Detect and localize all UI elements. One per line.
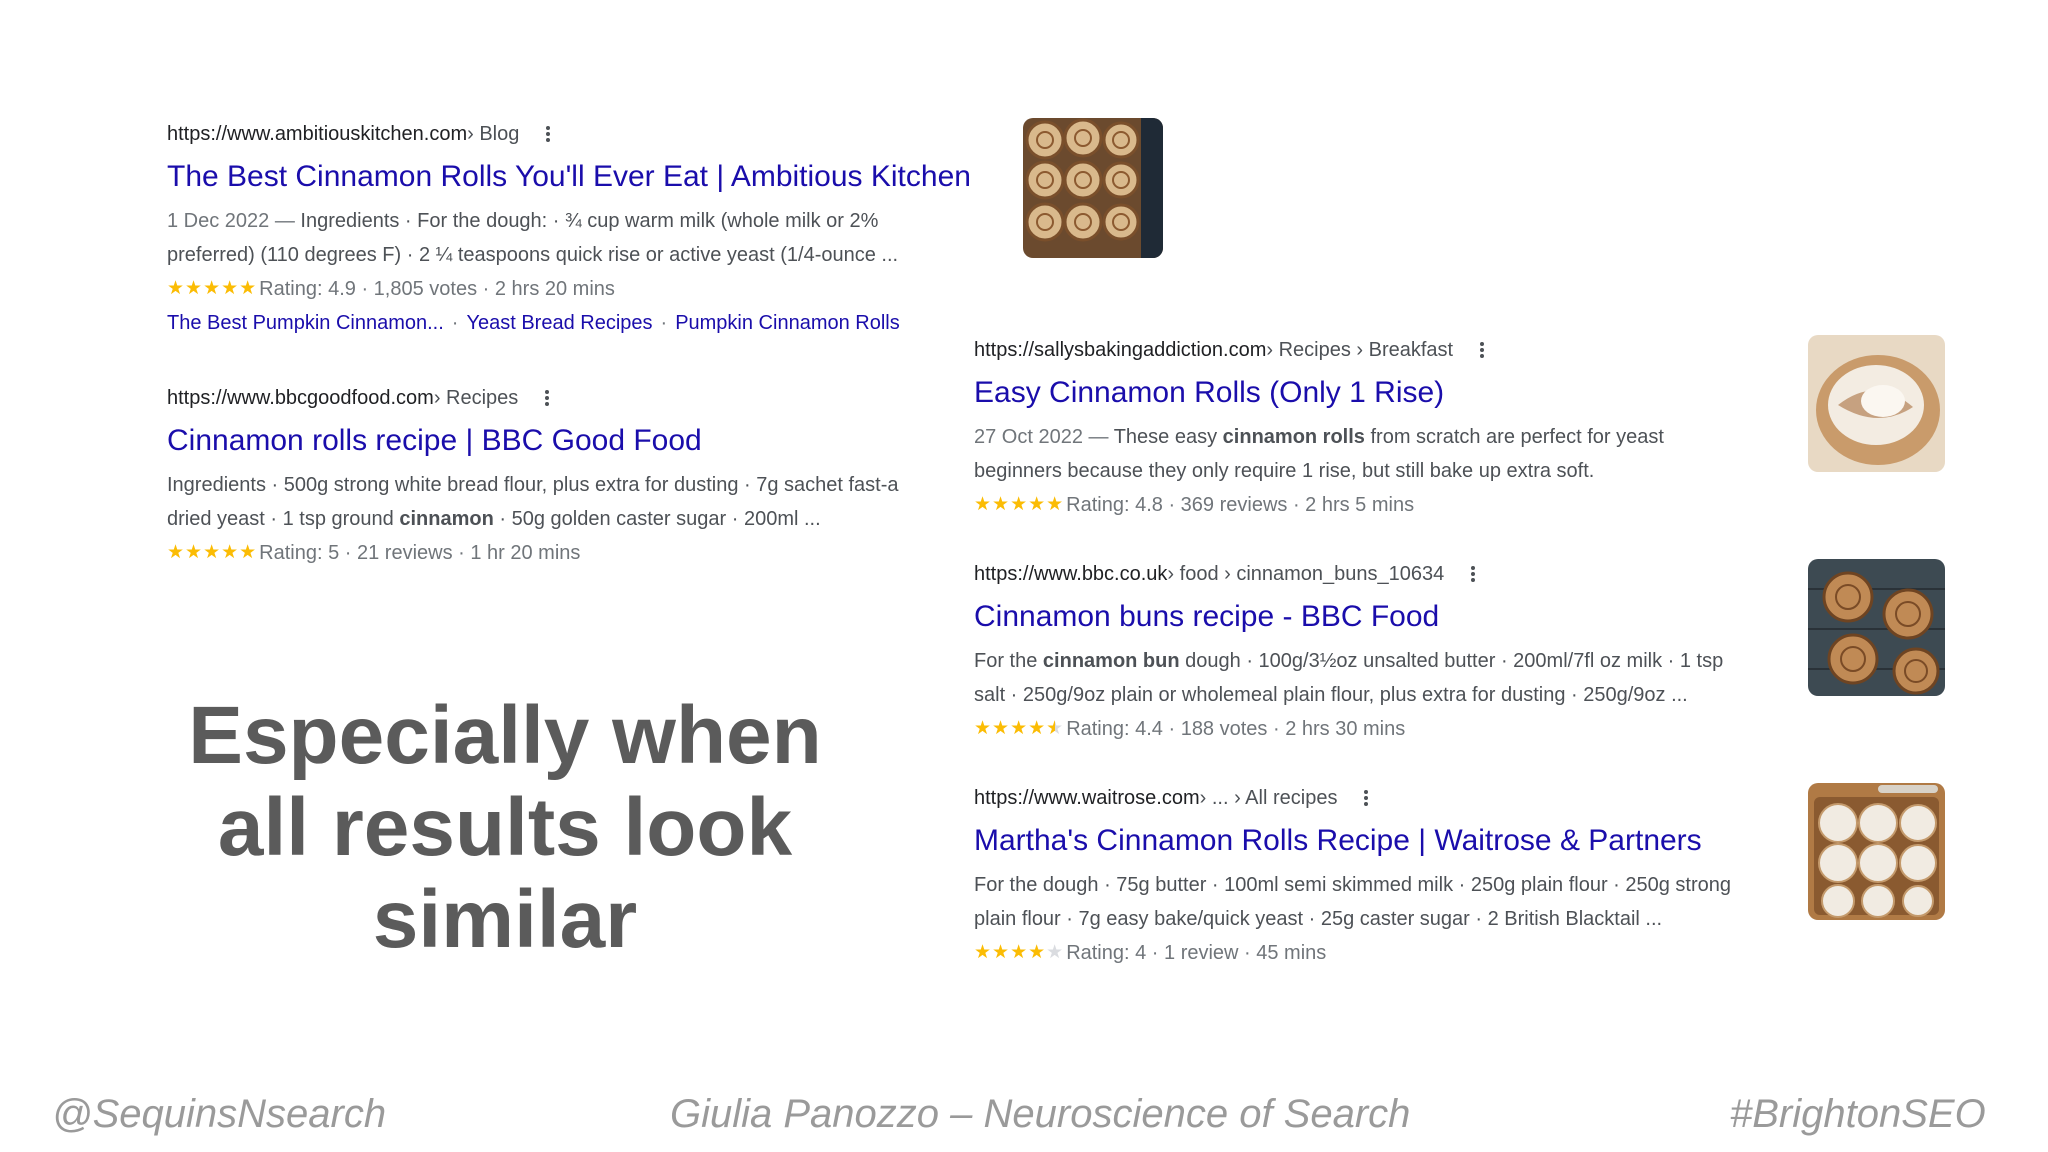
rating-stars-icon: ★★★★★ — [974, 718, 1065, 739]
result-breadcrumb: › Blog — [467, 123, 520, 145]
result-breadcrumb: › ... › All recipes — [1199, 787, 1338, 809]
snippet-line: Ingredients · 500g strong white bread fl… — [167, 474, 899, 496]
rating-stars-icon: ★★★★★ — [167, 542, 258, 563]
snippet-line: beginners because they only require 1 ri… — [974, 460, 1595, 482]
headline-line: all results look — [217, 782, 793, 873]
sitelink[interactable]: Yeast Bread Recipes — [466, 312, 652, 334]
result-domain[interactable]: https://www.waitrose.com — [974, 784, 1200, 812]
snippet-line: For the dough · 75g butter · 100ml semi … — [974, 874, 1732, 896]
more-options-icon[interactable] — [1470, 563, 1476, 585]
sitelink[interactable]: Pumpkin Cinnamon Rolls — [675, 312, 900, 334]
rating-stars-icon: ★★★★★ — [167, 278, 258, 299]
search-result-sallys-baking: https://sallysbakingaddiction.com › Reci… — [974, 336, 1774, 522]
more-options-icon[interactable] — [545, 123, 551, 145]
rating-meta: Rating: 5 · 21 reviews · 1 hr 20 mins — [259, 542, 581, 564]
result-thumbnail[interactable] — [1808, 783, 1945, 920]
result-date: 27 Oct 2022 — — [974, 426, 1114, 448]
result-domain[interactable]: https://www.ambitiouskitchen.com — [167, 120, 467, 148]
result-title[interactable]: Cinnamon buns recipe - BBC Food — [974, 596, 1774, 638]
snippet-line: plain flour · 7g easy bake/quick yeast ·… — [974, 908, 1663, 930]
result-thumbnail[interactable] — [1808, 559, 1945, 696]
sitelink[interactable]: The Best Pumpkin Cinnamon... — [167, 312, 444, 334]
result-snippet: 1 Dec 2022 — Ingredients · For the dough… — [167, 204, 997, 272]
result-url[interactable]: https://www.bbc.co.uk › food › cinnamon_… — [974, 560, 1774, 588]
headline-line: Especially when — [188, 690, 822, 781]
rating-row: ★★★★★ Rating: 4.9 · 1,805 votes · 2 hrs … — [167, 272, 997, 306]
result-title[interactable]: Cinnamon rolls recipe | BBC Good Food — [167, 420, 942, 462]
result-url[interactable]: https://sallysbakingaddiction.com › Reci… — [974, 336, 1774, 364]
result-thumbnail[interactable] — [1808, 335, 1945, 472]
snippet-line: Ingredients · For the dough: · ¾ cup war… — [300, 210, 879, 232]
result-title[interactable]: Martha's Cinnamon Rolls Recipe | Waitros… — [974, 820, 1774, 862]
rating-stars-icon: ★★★★★ — [974, 494, 1065, 515]
search-result-ambitious-kitchen: https://www.ambitiouskitchen.com › Blog … — [167, 120, 997, 340]
more-options-icon[interactable] — [544, 387, 550, 409]
result-date: 1 Dec 2022 — — [167, 210, 301, 232]
rating-meta: Rating: 4 · 1 review · 45 mins — [1066, 942, 1327, 964]
slide-headline: Especially when all results look similar — [160, 690, 850, 966]
search-result-bbc-good-food: https://www.bbcgoodfood.com › Recipes Ci… — [167, 384, 942, 570]
search-result-bbc-food: https://www.bbc.co.uk › food › cinnamon_… — [974, 560, 1774, 746]
snippet-line: preferred) (110 degrees F) · 2 ¼ teaspoo… — [167, 244, 899, 266]
result-breadcrumb: › food › cinnamon_buns_10634 — [1167, 563, 1445, 585]
search-result-waitrose: https://www.waitrose.com › ... › All rec… — [974, 784, 1774, 970]
snippet-line: salt · 250g/9oz plain or wholemeal plain… — [974, 684, 1688, 706]
rating-row: ★★★★★ Rating: 4.8 · 369 reviews · 2 hrs … — [974, 488, 1774, 522]
footer-talk-title: Giulia Panozzo – Neuroscience of Search — [670, 1092, 1411, 1136]
result-url[interactable]: https://www.ambitiouskitchen.com › Blog — [167, 120, 997, 148]
footer-handle: @SequinsNsearch — [52, 1092, 387, 1136]
result-thumbnail[interactable] — [1023, 118, 1163, 258]
rating-meta: Rating: 4.8 · 369 reviews · 2 hrs 5 mins — [1066, 494, 1415, 516]
rating-meta: Rating: 4.4 · 188 votes · 2 hrs 30 mins — [1066, 718, 1406, 740]
more-options-icon[interactable] — [1363, 787, 1369, 809]
result-url[interactable]: https://www.waitrose.com › ... › All rec… — [974, 784, 1774, 812]
result-url[interactable]: https://www.bbcgoodfood.com › Recipes — [167, 384, 942, 412]
rating-row: ★★★★★ Rating: 5 · 21 reviews · 1 hr 20 m… — [167, 536, 942, 570]
headline-line: similar — [372, 874, 638, 965]
sitelinks: The Best Pumpkin Cinnamon... · Yeast Bread… — [167, 312, 900, 334]
snippet-line: dried yeast · 1 tsp ground cinnamon · 50… — [167, 508, 821, 530]
rating-meta: Rating: 4.9 · 1,805 votes · 2 hrs 20 min… — [259, 278, 615, 300]
rating-stars-icon: ★★★★★ — [974, 942, 1065, 963]
result-title[interactable]: Easy Cinnamon Rolls (Only 1 Rise) — [974, 372, 1774, 414]
snippet-line: For the cinnamon bun dough · 100g/3½oz u… — [974, 650, 1724, 672]
result-snippet: For the cinnamon bun dough · 100g/3½oz u… — [974, 644, 1774, 712]
result-snippet: Ingredients · 500g strong white bread fl… — [167, 468, 942, 536]
footer-hashtag: #BrightonSEO — [1730, 1092, 1986, 1136]
rating-row: ★★★★★ Rating: 4 · 1 review · 45 mins — [974, 936, 1774, 970]
result-breadcrumb: › Recipes › Breakfast — [1266, 339, 1454, 361]
result-domain[interactable]: https://sallysbakingaddiction.com — [974, 336, 1266, 364]
result-snippet: 27 Oct 2022 — These easy cinnamon rolls … — [974, 420, 1774, 488]
result-snippet: For the dough · 75g butter · 100ml semi … — [974, 868, 1774, 936]
more-options-icon[interactable] — [1479, 339, 1485, 361]
result-title[interactable]: The Best Cinnamon Rolls You'll Ever Eat … — [167, 156, 997, 198]
result-domain[interactable]: https://www.bbcgoodfood.com — [167, 384, 434, 412]
result-breadcrumb: › Recipes — [433, 387, 519, 409]
result-domain[interactable]: https://www.bbc.co.uk — [974, 560, 1167, 588]
rating-row: ★★★★★ Rating: 4.4 · 188 votes · 2 hrs 30… — [974, 712, 1774, 746]
